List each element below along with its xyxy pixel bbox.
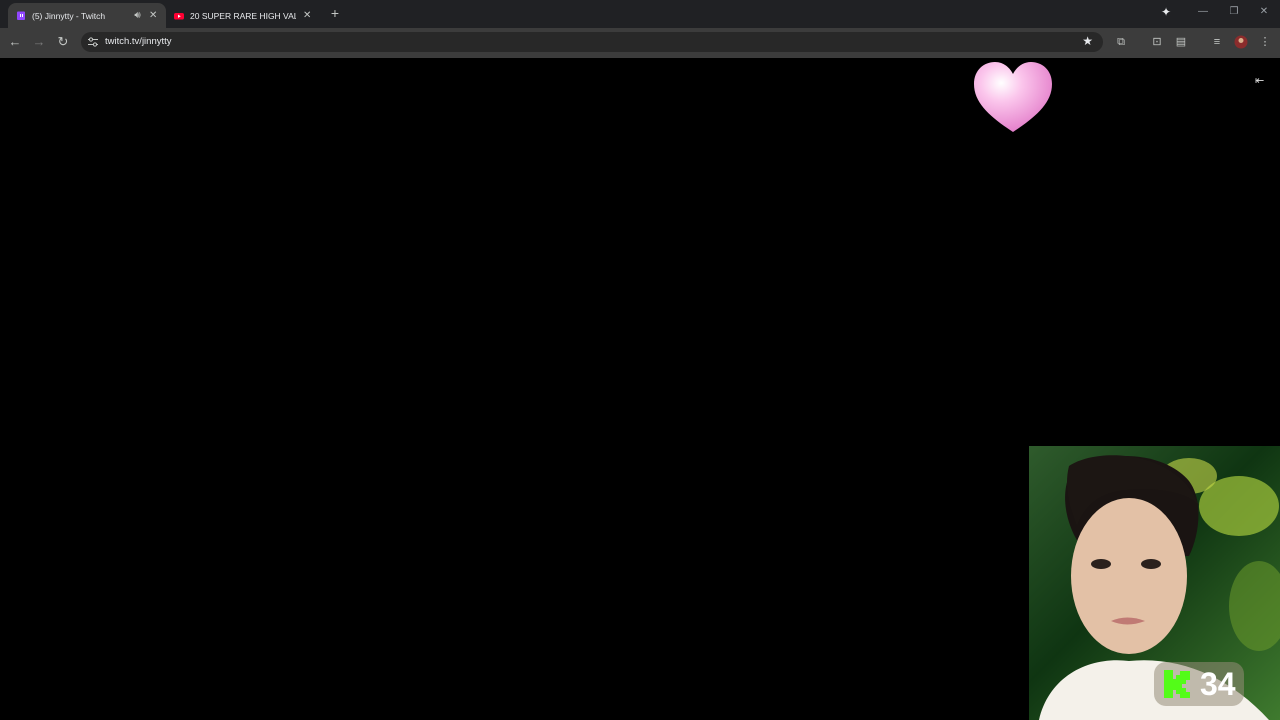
tab-title: 20 SUPER RARE HIGH VALUE IT xyxy=(190,10,297,21)
extensions-icon[interactable]: ⧉ xyxy=(1114,35,1128,49)
reading-mode-icon[interactable]: ▤ xyxy=(1174,35,1188,49)
tab-title: (5) Jinnytty - Twitch xyxy=(32,10,106,21)
kick-counter-badge: 34 xyxy=(1154,662,1244,706)
twitch-icon xyxy=(17,11,25,20)
audio-icon[interactable]: 🔊︎ xyxy=(133,10,143,21)
new-tab-button[interactable]: + xyxy=(328,5,342,21)
counter-value: 34 xyxy=(1200,666,1236,702)
menu-icon[interactable]: ⋮ xyxy=(1258,35,1272,49)
youtube-icon xyxy=(174,12,184,19)
site-info-icon[interactable] xyxy=(87,36,99,48)
close-window-icon[interactable]: ✕ xyxy=(1256,6,1272,17)
minimize-icon[interactable]: — xyxy=(1195,6,1211,17)
address-bar[interactable]: twitch.tv/jinnytty ★ xyxy=(81,32,1103,52)
heart-icon xyxy=(974,62,1052,132)
collapse-icon[interactable]: ⇤ xyxy=(1255,74,1271,88)
browser-chrome: (5) Jinnytty - Twitch 🔊︎ ✕ 20 SUPER RARE… xyxy=(0,0,1280,58)
star-icon[interactable]: ★ xyxy=(1082,34,1093,48)
profile-icon[interactable] xyxy=(1234,35,1248,49)
media-control-icon[interactable]: ≡ xyxy=(1210,35,1224,49)
forward-icon[interactable]: → xyxy=(31,34,47,50)
close-tab-icon[interactable]: ✕ xyxy=(302,10,312,21)
google-lens-icon[interactable]: ⊡ xyxy=(1150,35,1164,49)
tab-strip: (5) Jinnytty - Twitch 🔊︎ ✕ 20 SUPER RARE… xyxy=(0,0,1280,28)
close-tab-icon[interactable]: ✕ xyxy=(148,10,158,21)
tab-twitch[interactable]: (5) Jinnytty - Twitch 🔊︎ ✕ xyxy=(8,3,166,28)
gemini-icon[interactable]: ✦ xyxy=(1158,5,1174,19)
kick-logo-icon xyxy=(1164,670,1190,698)
back-icon[interactable]: ← xyxy=(7,34,23,50)
url-text[interactable]: twitch.tv/jinnytty xyxy=(105,36,172,47)
reload-icon[interactable]: ↻ xyxy=(55,34,71,50)
restore-icon[interactable]: ❐ xyxy=(1226,6,1242,17)
tab-youtube[interactable]: 20 SUPER RARE HIGH VALUE IT ✕ xyxy=(166,3,320,28)
